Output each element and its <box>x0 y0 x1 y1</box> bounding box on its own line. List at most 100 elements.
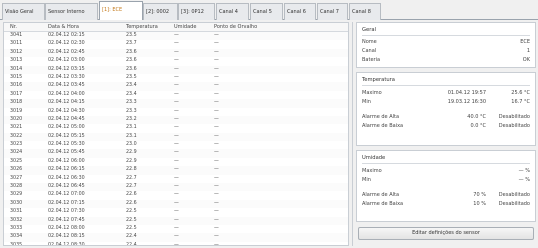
tab-sensor-interno[interactable]: Sensor Interno <box>45 3 98 20</box>
row-temperature: 23.3 <box>126 100 137 106</box>
table-row[interactable]: 3014 02.04.12 03:15 23.6 — — <box>4 65 348 74</box>
row-datetime: 02.04.12 07:30 <box>48 209 85 215</box>
row-temperature: 23.0 <box>126 142 137 148</box>
tab-canal-4[interactable]: Canal 4 <box>216 3 249 20</box>
row-dew-point: — <box>214 158 219 164</box>
table-row[interactable]: 3013 02.04.12 03:00 23.6 — — <box>4 57 348 65</box>
table-row[interactable]: 3023 02.04.12 05:30 23.0 — — <box>4 141 348 149</box>
table-row[interactable]: 3022 02.04.12 05:15 23.1 — — <box>4 132 348 142</box>
sensor-details-panel: Geral Nome ECE Canal 1 Bateria OK Temper… <box>356 22 536 246</box>
row-dew-point: — <box>214 125 219 131</box>
row-number: 3032 <box>10 217 23 223</box>
row-humidity: — <box>174 200 179 206</box>
table-row[interactable]: 3020 02.04.12 04:45 23.2 — — <box>4 115 348 125</box>
row-dew-point: — <box>214 225 219 231</box>
row-temperature: 22.6 <box>126 192 137 198</box>
row-dew-point: — <box>214 49 219 55</box>
row-number: 3020 <box>10 116 23 122</box>
row-number: 3030 <box>10 200 23 206</box>
hum-max-value: — % <box>518 168 530 174</box>
table-row[interactable]: 3035 02.04.12 08:30 22.4 — — <box>4 242 348 245</box>
table-row[interactable]: 3021 02.04.12 05:00 23.1 — — <box>4 124 348 132</box>
tab-canal-5[interactable]: Canal 5 <box>250 3 283 20</box>
row-temperature: 23.6 <box>126 58 137 64</box>
row-dew-point: — <box>214 200 219 206</box>
row-dew-point: — <box>214 58 219 64</box>
row-temperature: 23.3 <box>126 108 137 114</box>
row-dew-point: — <box>214 192 219 198</box>
hum-alarm-high-row: Alarme de Alta 70 % Desabilitado <box>362 191 530 199</box>
tab-canal-6[interactable]: Canal 6 <box>284 3 316 20</box>
table-row[interactable]: 3017 02.04.12 04:00 23.4 — — <box>4 91 348 99</box>
table-row[interactable]: 3024 02.04.12 05:45 22.9 — — <box>4 149 348 158</box>
table-row[interactable]: 3031 02.04.12 07:30 22.5 — — <box>4 208 348 216</box>
row-datetime: 02.04.12 05:45 <box>48 150 85 156</box>
tab-visao-geral[interactable]: Visão Geral <box>2 3 45 20</box>
panel-splitter[interactable] <box>352 22 353 246</box>
row-humidity: — <box>174 158 179 164</box>
table-row[interactable]: 3026 02.04.12 06:15 22.8 — — <box>4 166 348 175</box>
table-row[interactable]: 3032 02.04.12 07:45 22.5 — — <box>4 216 348 225</box>
row-temperature: 23.2 <box>126 116 137 122</box>
row-datetime: 02.04.12 07:45 <box>48 217 85 223</box>
hum-alarm-low-label: Alarme de Baixa <box>362 201 404 207</box>
row-humidity: — <box>174 116 179 122</box>
hum-max-row: Maximo — % <box>362 167 530 175</box>
row-datetime: 02.04.12 06:45 <box>48 184 85 190</box>
row-number: 3024 <box>10 150 23 156</box>
table-row[interactable]: 3041 02.04.12 02:15 23.5 — — <box>4 32 348 41</box>
row-humidity: — <box>174 150 179 156</box>
column-header-dew-point[interactable]: Ponto de Orvalho <box>214 24 257 30</box>
tab-0002[interactable]: [2]: 0002 <box>143 3 178 20</box>
table-row[interactable]: 3012 02.04.12 02:45 23.6 — — <box>4 48 348 58</box>
row-temperature: 22.6 <box>126 200 137 206</box>
row-temperature: 22.5 <box>126 209 137 215</box>
table-row[interactable]: 3019 02.04.12 04:30 23.3 — — <box>4 108 348 116</box>
row-datetime: 02.04.12 06:15 <box>48 167 85 173</box>
row-datetime: 02.04.12 05:30 <box>48 142 85 148</box>
table-row[interactable]: 3033 02.04.12 08:00 22.5 — — <box>4 225 348 233</box>
hum-max-label: Maximo <box>362 168 382 174</box>
column-header-nr[interactable]: Nr. <box>10 24 17 30</box>
tab-ece[interactable]: [1]: ECE <box>99 1 143 20</box>
row-dew-point: — <box>214 108 219 114</box>
row-datetime: 02.04.12 02:45 <box>48 49 85 55</box>
row-number: 3011 <box>10 41 23 47</box>
row-number: 3029 <box>10 192 23 198</box>
table-row[interactable]: 3011 02.04.12 02:30 23.7 — — <box>4 40 348 48</box>
column-header-date[interactable]: Data & Hora <box>48 24 79 30</box>
table-row[interactable]: 3027 02.04.12 06:30 22.7 — — <box>4 175 348 183</box>
tab-canal-8[interactable]: Canal 8 <box>349 3 381 20</box>
row-temperature: 22.9 <box>126 150 137 156</box>
row-humidity: — <box>174 175 179 181</box>
table-row[interactable]: 3034 02.04.12 08:15 22.4 — — <box>4 233 348 242</box>
general-title: Geral <box>362 27 376 33</box>
tab-canal-7[interactable]: Canal 7 <box>317 3 348 20</box>
table-row[interactable]: 3025 02.04.12 06:00 22.9 — — <box>4 158 348 166</box>
row-dew-point: — <box>214 167 219 173</box>
table-row[interactable]: 3029 02.04.12 07:00 22.6 — — <box>4 191 348 199</box>
temp-alarm-low-row: Alarme de Baixa 0.0 °C Desabilitado <box>362 122 530 130</box>
temp-min-value: 16.7 °C <box>511 99 530 105</box>
table-row[interactable]: 3016 02.04.12 03:45 23.4 — — <box>4 82 348 91</box>
row-humidity: — <box>174 49 179 55</box>
tab-0p12[interactable]: [3]: 0P12 <box>178 3 215 20</box>
row-humidity: — <box>174 74 179 80</box>
row-number: 3015 <box>10 74 23 80</box>
table-row[interactable]: 3028 02.04.12 06:45 22.7 — — <box>4 183 348 192</box>
row-datetime: 02.04.12 02:30 <box>48 41 85 47</box>
table-row[interactable]: 3030 02.04.12 07:15 22.6 — — <box>4 199 348 209</box>
table-row[interactable]: 3015 02.04.12 03:30 23.5 — — <box>4 74 348 82</box>
data-table[interactable]: Nr. Data & Hora Temperatura Umidade Pont… <box>3 22 349 246</box>
row-temperature: 22.7 <box>126 184 137 190</box>
row-temperature: 23.6 <box>126 49 137 55</box>
row-temperature: 23.1 <box>126 133 137 139</box>
table-row[interactable]: 3018 02.04.12 04:15 23.3 — — <box>4 99 348 108</box>
column-header-temperature[interactable]: Temperatura <box>126 24 158 30</box>
column-header-humidity[interactable]: Umidade <box>174 24 196 30</box>
channel-value: 1 <box>526 48 530 54</box>
name-row: Nome ECE <box>362 38 530 46</box>
edit-sensor-settings-button[interactable]: Editar definições do sensor <box>358 227 534 240</box>
row-humidity: — <box>174 100 179 106</box>
row-datetime: 02.04.12 07:00 <box>48 192 85 198</box>
